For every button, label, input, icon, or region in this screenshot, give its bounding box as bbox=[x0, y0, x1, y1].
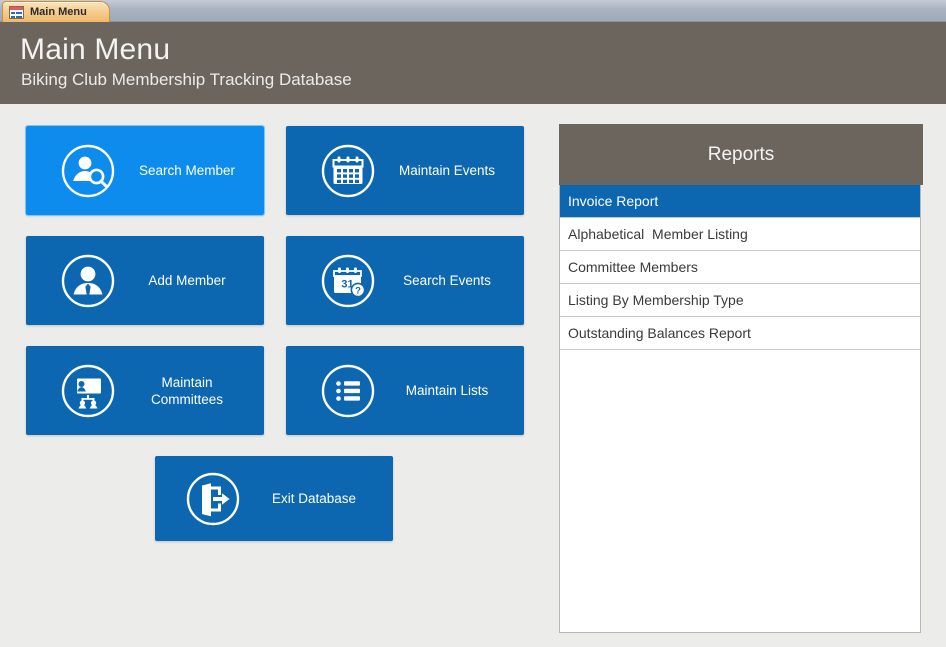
form-header: Main Menu Biking Club Membership Trackin… bbox=[0, 22, 946, 104]
maintain-committees-button[interactable]: Maintain Committees bbox=[26, 346, 264, 435]
maintain-lists-label: Maintain Lists bbox=[405, 383, 489, 398]
add-member-button[interactable]: Add Member bbox=[26, 236, 264, 325]
report-list-item[interactable]: Invoice Report bbox=[560, 185, 920, 218]
calendar-icon bbox=[320, 143, 376, 199]
maintain-lists-button[interactable]: Maintain Lists bbox=[286, 346, 524, 435]
reports-title: Reports bbox=[707, 143, 775, 165]
reports-header: Reports bbox=[559, 124, 923, 185]
search-member-button[interactable]: Search Member bbox=[25, 125, 265, 216]
reports-listbox[interactable]: Invoice Report Alphabetical Member Listin… bbox=[559, 185, 921, 633]
maintain-events-button[interactable]: Maintain Events bbox=[286, 126, 524, 215]
report-list-item[interactable]: Alphabetical Member Listing bbox=[560, 218, 920, 251]
person-add-icon bbox=[60, 253, 116, 309]
tab-main-menu[interactable]: Main Menu bbox=[2, 1, 110, 22]
page-title: Main Menu bbox=[20, 33, 171, 66]
bullet-list-icon bbox=[320, 363, 376, 419]
maintain-committees-label: Maintain Committees bbox=[150, 374, 223, 407]
exit-database-button[interactable]: Exit Database bbox=[155, 456, 393, 541]
access-form-icon bbox=[9, 5, 24, 19]
calendar-search-icon: 31 ? bbox=[320, 253, 376, 309]
main-menu-form: Main Menu Main Menu Biking Club Membersh… bbox=[0, 0, 946, 647]
reports-panel: Reports Invoice Report Alphabetical Membe… bbox=[557, 124, 923, 634]
document-tab-strip: Main Menu bbox=[0, 0, 946, 22]
org-chart-icon bbox=[60, 363, 116, 419]
search-events-button[interactable]: 31 ? Search Events bbox=[286, 236, 524, 325]
exit-door-icon bbox=[185, 471, 241, 527]
report-list-item[interactable]: Outstanding Balances Report bbox=[560, 317, 920, 350]
svg-text:?: ? bbox=[355, 285, 361, 296]
tab-main-menu-label: Main Menu bbox=[30, 6, 87, 18]
person-search-icon bbox=[60, 143, 116, 199]
search-member-label: Search Member bbox=[138, 163, 236, 178]
exit-database-label: Exit Database bbox=[271, 491, 357, 506]
report-list-item[interactable]: Listing By Membership Type bbox=[560, 284, 920, 317]
page-subtitle: Biking Club Membership Tracking Database bbox=[21, 70, 352, 89]
search-events-label: Search Events bbox=[403, 273, 491, 288]
add-member-label: Add Member bbox=[148, 273, 226, 288]
maintain-events-label: Maintain Events bbox=[398, 163, 496, 178]
report-list-item[interactable]: Committee Members bbox=[560, 251, 920, 284]
